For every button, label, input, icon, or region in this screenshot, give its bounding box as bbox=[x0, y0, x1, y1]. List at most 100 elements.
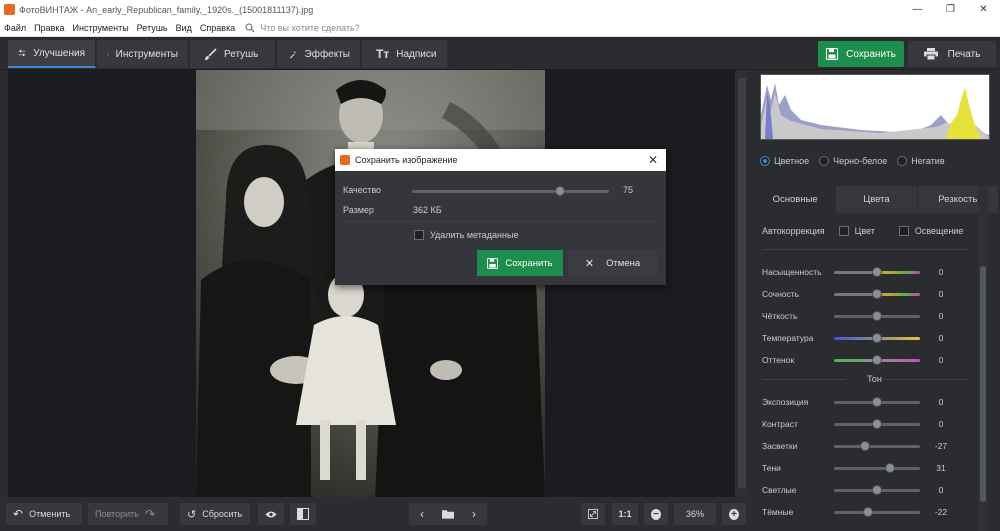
slider-track[interactable] bbox=[834, 267, 920, 277]
radio-color[interactable]: Цветное bbox=[760, 156, 809, 166]
tab-basic[interactable]: Основные bbox=[755, 186, 837, 213]
radio-bw[interactable]: Черно-белое bbox=[819, 156, 887, 166]
app-logo-icon bbox=[340, 155, 350, 165]
slider-knob[interactable] bbox=[872, 333, 882, 343]
slider-knob[interactable] bbox=[862, 507, 873, 517]
command-search[interactable]: Что вы хотите сделать? bbox=[245, 23, 360, 33]
dialog-cancel-button[interactable]: ✕ Отмена bbox=[568, 250, 657, 276]
actual-size-button[interactable]: 1:1 bbox=[612, 503, 638, 525]
dialog-close-icon[interactable]: ✕ bbox=[648, 153, 658, 167]
next-image-button[interactable]: › bbox=[461, 503, 487, 525]
tab-effects[interactable]: Эффекты bbox=[277, 40, 361, 68]
scroll-thumb[interactable] bbox=[980, 266, 986, 502]
compare-button[interactable] bbox=[290, 503, 316, 525]
vibrance-slider[interactable]: Сочность 0 bbox=[762, 286, 987, 302]
slider-track[interactable] bbox=[834, 441, 920, 451]
radio-negative[interactable]: Негатив bbox=[897, 156, 945, 166]
exposure-slider[interactable]: Экспозиция 0 bbox=[762, 394, 987, 410]
menu-retouch[interactable]: Ретушь bbox=[133, 23, 172, 33]
prev-image-button[interactable]: ‹ bbox=[409, 503, 435, 525]
slider-knob[interactable] bbox=[872, 289, 882, 299]
open-folder-button[interactable] bbox=[435, 503, 461, 525]
menu-tools[interactable]: Инструменты bbox=[69, 23, 133, 33]
slider-knob[interactable] bbox=[872, 397, 882, 407]
close-window-button[interactable]: ✕ bbox=[967, 0, 1000, 19]
blacks-slider[interactable]: Тёмные -22 bbox=[762, 504, 987, 520]
zoom-in-button[interactable]: + bbox=[722, 503, 746, 525]
contrast-slider[interactable]: Контраст 0 bbox=[762, 416, 987, 432]
temperature-slider[interactable]: Температура 0 bbox=[762, 330, 987, 346]
scroll-thumb[interactable] bbox=[738, 78, 746, 488]
tab-tools[interactable]: Инструменты bbox=[97, 40, 189, 68]
menu-view[interactable]: Вид bbox=[172, 23, 196, 33]
reset-button[interactable]: ↺ Сбросить bbox=[180, 503, 250, 525]
slider-label: Засветки bbox=[762, 441, 798, 451]
slider-track[interactable] bbox=[834, 311, 920, 321]
app-logo-icon bbox=[4, 4, 15, 15]
slider-track[interactable] bbox=[834, 463, 920, 473]
zoom-level[interactable]: 36% bbox=[674, 503, 716, 525]
maximize-button[interactable]: ❐ bbox=[934, 0, 967, 19]
slider-knob[interactable] bbox=[872, 355, 882, 365]
menu-file[interactable]: Файл bbox=[0, 23, 30, 33]
remove-metadata-checkbox[interactable]: Удалить метаданные bbox=[414, 230, 518, 240]
menu-edit[interactable]: Правка bbox=[30, 23, 68, 33]
save-button[interactable]: Сохранить bbox=[818, 41, 904, 67]
tint-slider[interactable]: Оттенок 0 bbox=[762, 352, 987, 368]
slider-knob[interactable] bbox=[872, 267, 882, 277]
tab-enhancements[interactable]: Улучшения bbox=[8, 40, 96, 68]
slider-value: -27 bbox=[934, 441, 948, 451]
color-checkbox-label: Цвет bbox=[854, 226, 875, 236]
checkbox-box[interactable] bbox=[414, 230, 424, 240]
slider-track[interactable] bbox=[834, 419, 920, 429]
main-toolbar: Улучшения Инструменты Ретушь Эффекты Tт … bbox=[0, 37, 1000, 70]
radio-dot bbox=[897, 156, 908, 166]
highlights-slider[interactable]: Засветки -27 bbox=[762, 438, 987, 454]
slider-track[interactable] bbox=[834, 333, 920, 343]
save-label: Сохранить bbox=[846, 48, 896, 60]
fit-screen-button[interactable] bbox=[581, 503, 605, 525]
undo-button[interactable]: ↶ Отменить bbox=[6, 503, 82, 525]
radio-label: Черно-белое bbox=[833, 156, 888, 166]
slider-label: Контраст bbox=[762, 419, 798, 429]
lighting-checkbox[interactable] bbox=[898, 226, 909, 236]
slider-track[interactable] bbox=[834, 507, 920, 517]
tab-captions[interactable]: Tт Надписи bbox=[362, 40, 448, 68]
slider-track[interactable] bbox=[834, 289, 920, 299]
divider bbox=[762, 249, 968, 250]
color-checkbox[interactable] bbox=[838, 226, 849, 236]
slider-track[interactable] bbox=[834, 397, 920, 407]
saturation-slider[interactable]: Насыщенность 0 bbox=[762, 264, 987, 280]
slider-knob[interactable] bbox=[554, 186, 565, 196]
zoom-out-button[interactable]: − bbox=[644, 503, 668, 525]
window-controls: — ❐ ✕ bbox=[901, 0, 1000, 19]
folder-icon bbox=[442, 510, 454, 519]
redo-button[interactable]: Повторить ↷ bbox=[88, 503, 168, 525]
minimize-button[interactable]: — bbox=[901, 0, 934, 19]
print-button[interactable]: Печать bbox=[908, 41, 996, 67]
tab-colors[interactable]: Цвета bbox=[836, 186, 918, 213]
slider-knob[interactable] bbox=[872, 485, 882, 495]
slider-value: -22 bbox=[934, 507, 948, 517]
preview-eye-button[interactable] bbox=[258, 503, 284, 525]
quality-slider[interactable] bbox=[412, 186, 609, 196]
panel-scrollbar[interactable] bbox=[978, 186, 988, 531]
slider-value: 0 bbox=[938, 289, 944, 299]
slider-knob[interactable] bbox=[885, 463, 896, 473]
chevron-right-icon: › bbox=[472, 507, 476, 521]
slider-track[interactable] bbox=[834, 485, 920, 495]
floppy-icon bbox=[826, 48, 839, 60]
menu-help[interactable]: Справка bbox=[196, 23, 239, 33]
tab-retouch[interactable]: Ретушь bbox=[190, 40, 276, 68]
slider-knob[interactable] bbox=[860, 441, 871, 451]
slider-knob[interactable] bbox=[872, 419, 882, 429]
slider-knob[interactable] bbox=[872, 311, 882, 321]
canvas-scrollbar[interactable] bbox=[737, 70, 747, 497]
clarity-slider[interactable]: Чёткость 0 bbox=[762, 308, 987, 324]
slider-track[interactable] bbox=[834, 355, 920, 365]
dialog-save-button[interactable]: Сохранить bbox=[477, 250, 563, 276]
divider bbox=[882, 379, 968, 380]
sliders-icon bbox=[18, 49, 26, 57]
shadows-slider[interactable]: Тени 31 bbox=[762, 460, 987, 476]
whites-slider[interactable]: Светлые 0 bbox=[762, 482, 987, 498]
